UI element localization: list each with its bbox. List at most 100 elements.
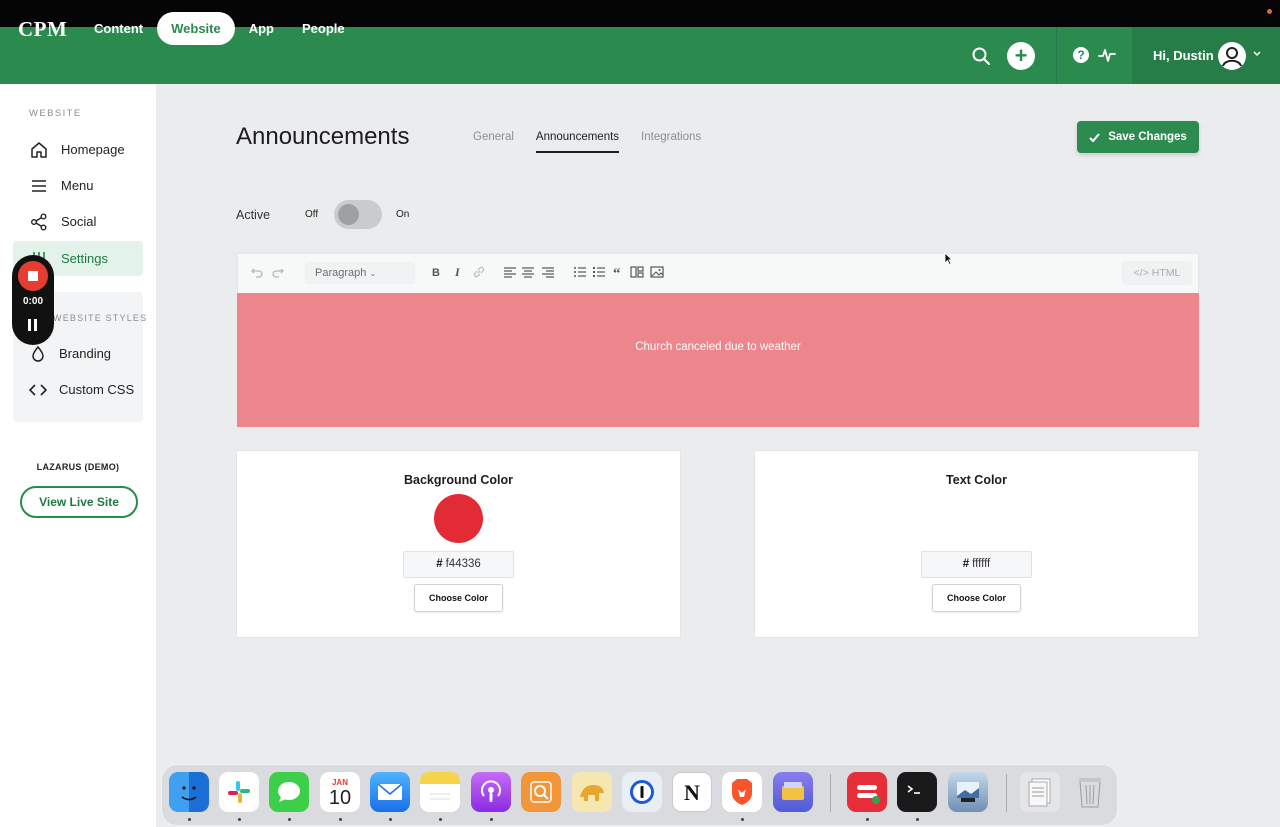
sidebar-item-label: Settings: [61, 251, 108, 266]
cpm-logo[interactable]: CPM: [18, 17, 67, 42]
background-choose-color-button[interactable]: Choose Color: [414, 584, 503, 612]
messages-icon[interactable]: [269, 772, 309, 812]
menu-icon: [29, 176, 49, 196]
notes-icon[interactable]: [420, 772, 460, 812]
toggle-knob: [338, 204, 359, 225]
toggle-off-label: Off: [305, 209, 319, 220]
quote-icon[interactable]: “: [612, 265, 626, 279]
pause-icon[interactable]: [28, 319, 38, 331]
trash-icon[interactable]: [1070, 772, 1110, 812]
sidebar-item-custom-css[interactable]: Custom CSS: [13, 372, 143, 407]
announcement-text[interactable]: Church canceled due to weather: [237, 341, 1199, 353]
nav-website[interactable]: Website: [157, 12, 235, 45]
dock-separator: [1006, 774, 1007, 812]
stop-recording-button[interactable]: [18, 261, 48, 291]
active-toggle[interactable]: [334, 200, 382, 229]
running-indicator: [741, 818, 744, 821]
running-indicator: [238, 818, 241, 821]
view-live-site-button[interactable]: View Live Site: [20, 486, 138, 518]
bold-icon[interactable]: B: [429, 265, 443, 279]
undo-icon[interactable]: [250, 265, 264, 279]
chevron-down-icon[interactable]: [1252, 49, 1262, 59]
drop-icon: [28, 344, 48, 364]
notion-icon[interactable]: N: [672, 772, 712, 812]
transmit-icon[interactable]: [773, 772, 813, 812]
site-name: LAZARUS (DEMO): [36, 462, 120, 472]
settings-tabs: General Announcements Integrations: [473, 131, 723, 153]
running-indicator: [389, 818, 392, 821]
nav-app[interactable]: App: [235, 12, 288, 45]
layout-icon[interactable]: [630, 265, 644, 279]
slack-icon[interactable]: [219, 772, 259, 812]
tab-integrations[interactable]: Integrations: [641, 131, 701, 153]
finder-icon[interactable]: [169, 772, 209, 812]
documents-stack-icon[interactable]: [1020, 772, 1060, 812]
text-hex-value: ffffff: [972, 558, 991, 570]
search-icon[interactable]: [971, 46, 991, 66]
stop-icon: [28, 271, 38, 281]
sidebar-section-title: WEBSITE: [29, 108, 82, 119]
align-left-icon[interactable]: [503, 265, 517, 279]
page-title: Announcements: [236, 123, 410, 150]
terminal-icon[interactable]: [897, 772, 937, 812]
help-icon[interactable]: ?: [1073, 47, 1089, 63]
check-icon: [1089, 132, 1100, 142]
search-app-icon[interactable]: [521, 772, 561, 812]
text-choose-color-button[interactable]: Choose Color: [932, 584, 1021, 612]
recording-time: 0:00: [22, 296, 43, 307]
text-color-hex-input[interactable]: # ffffff: [921, 551, 1032, 578]
align-right-icon[interactable]: [541, 265, 555, 279]
italic-icon[interactable]: I: [451, 265, 465, 279]
background-color-swatch[interactable]: [434, 494, 483, 543]
sidebar-item-label: Custom CSS: [59, 382, 135, 397]
numbered-list-icon[interactable]: [592, 265, 606, 279]
nav-people[interactable]: People: [288, 12, 359, 45]
user-greeting[interactable]: Hi, Dustin: [1153, 48, 1214, 63]
background-color-hex-input[interactable]: # f44336: [403, 551, 514, 578]
svg-text:B: B: [432, 267, 440, 279]
paragraph-format-dropdown[interactable]: Paragraph ⌄: [305, 262, 415, 284]
sidebar-item-label: Homepage: [61, 142, 125, 157]
toggle-on-label: On: [396, 209, 410, 220]
align-center-icon[interactable]: [521, 265, 535, 279]
sidebar-item-social[interactable]: Social: [13, 204, 143, 239]
expressvpn-icon[interactable]: [847, 772, 887, 812]
user-avatar-icon[interactable]: [1218, 42, 1246, 70]
tab-announcements[interactable]: Announcements: [535, 131, 620, 153]
running-indicator: [916, 818, 919, 821]
calendar-day: 10: [328, 786, 352, 809]
activity-icon[interactable]: [1098, 46, 1116, 64]
announcement-preview[interactable]: [237, 293, 1199, 427]
image-icon[interactable]: [650, 265, 664, 279]
running-indicator: [288, 818, 291, 821]
sidebar-item-label: Branding: [59, 346, 112, 361]
mail-icon[interactable]: [370, 772, 410, 812]
plus-icon[interactable]: +: [1007, 42, 1035, 70]
calendar-month: JAN: [331, 777, 348, 787]
running-indicator: [188, 818, 191, 821]
code-icon: </>: [1133, 267, 1149, 279]
html-label: HTML: [1151, 267, 1181, 279]
running-indicator: [339, 818, 342, 821]
tab-general[interactable]: General: [473, 131, 514, 153]
sidebar-item-menu[interactable]: Menu: [13, 168, 143, 203]
nav-content[interactable]: Content: [80, 12, 157, 45]
brave-icon[interactable]: [722, 772, 762, 812]
link-icon[interactable]: [472, 265, 486, 279]
sequel-ace-icon[interactable]: [572, 772, 612, 812]
share-icon: [29, 212, 49, 232]
bullet-list-icon[interactable]: [573, 265, 587, 279]
preview-icon[interactable]: [948, 772, 988, 812]
redo-icon[interactable]: [271, 265, 285, 279]
dock-separator: [830, 774, 831, 812]
home-icon: [29, 140, 49, 160]
html-source-button[interactable]: </> HTML: [1122, 261, 1192, 285]
1password-icon[interactable]: [622, 772, 662, 812]
podcasts-icon[interactable]: [471, 772, 511, 812]
sidebar-item-label: Menu: [61, 178, 94, 193]
calendar-icon[interactable]: JAN 10: [320, 772, 360, 812]
mouse-cursor-icon: [944, 252, 953, 265]
save-changes-button[interactable]: Save Changes: [1077, 121, 1199, 153]
sidebar-item-homepage[interactable]: Homepage: [13, 132, 143, 167]
sidebar-item-label: Social: [61, 214, 97, 229]
